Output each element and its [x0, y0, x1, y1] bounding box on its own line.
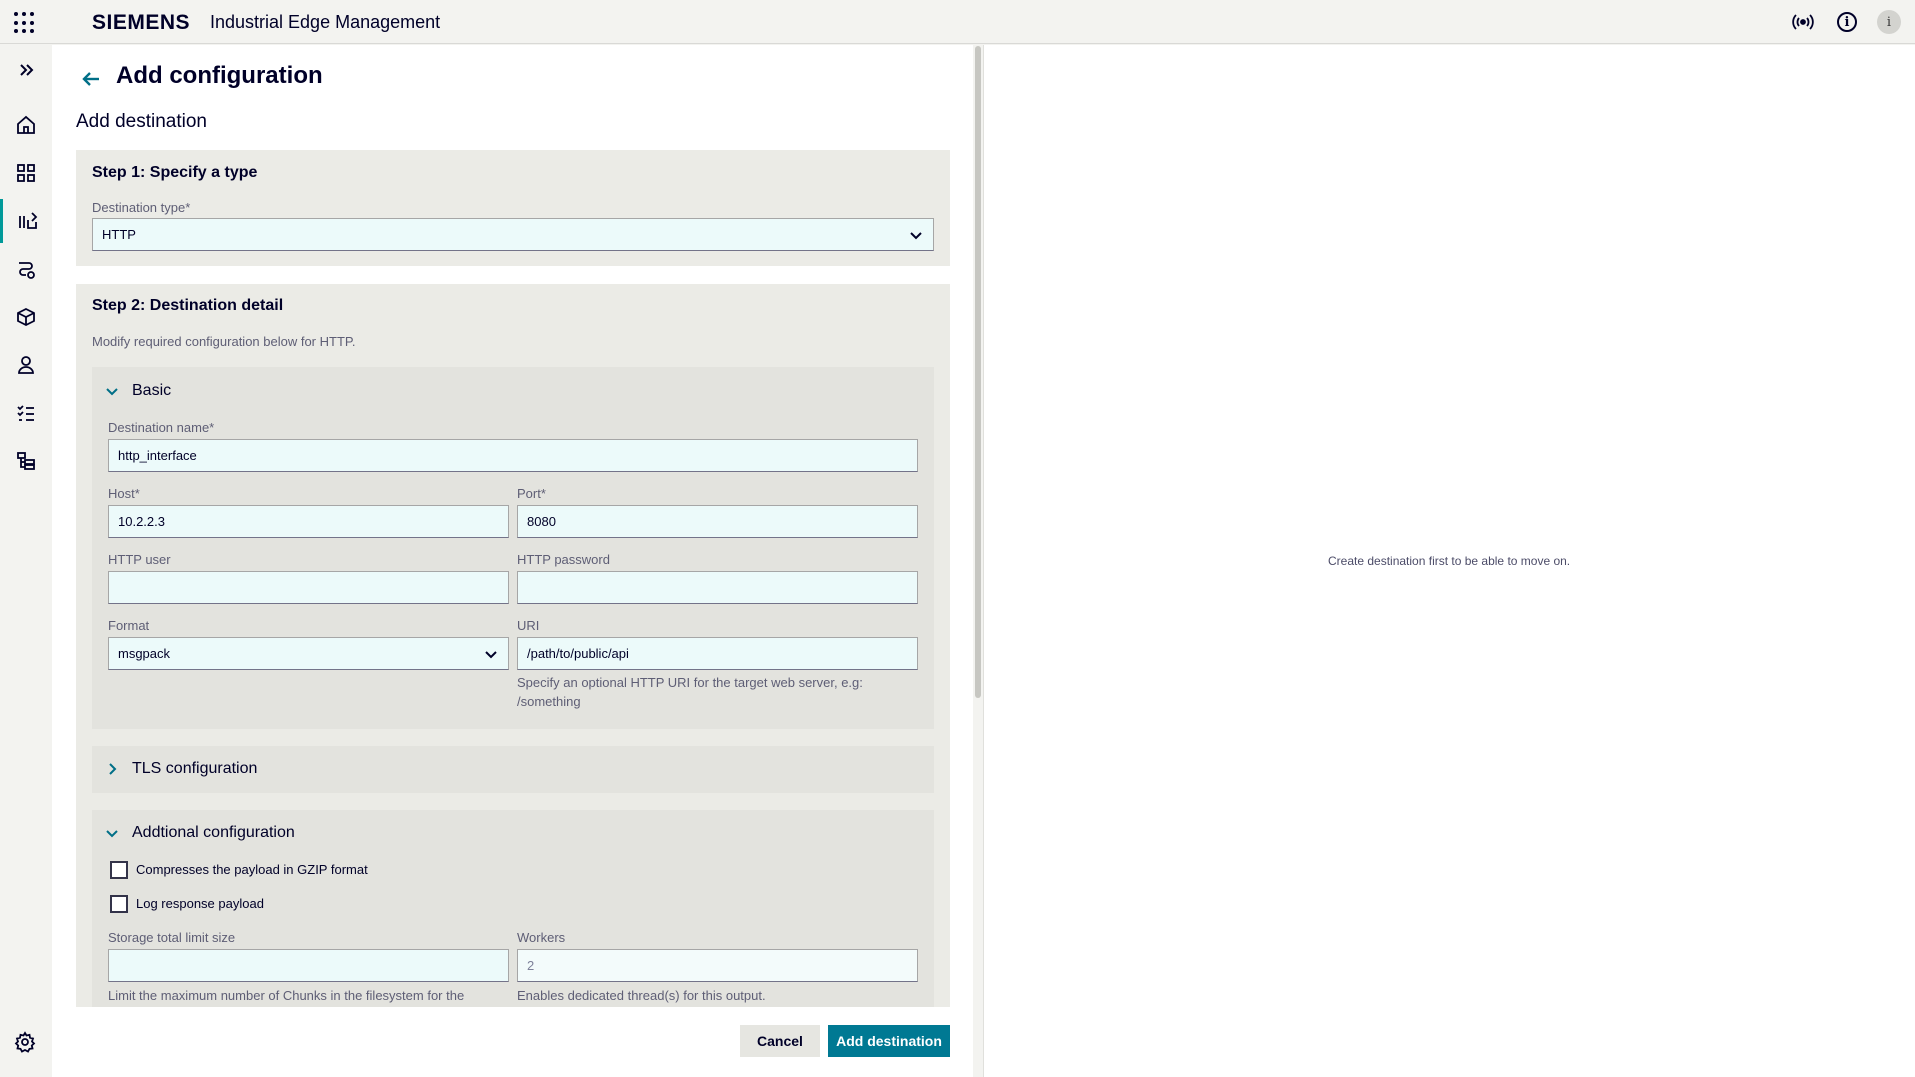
side-navigation — [0, 45, 52, 1077]
storage-limit-input[interactable] — [108, 949, 509, 982]
chevron-down-icon — [910, 232, 922, 240]
workers-hint: Enables dedicated thread(s) for this out… — [517, 988, 766, 1003]
user-icon[interactable] — [0, 343, 52, 387]
log-response-checkbox[interactable] — [110, 895, 128, 913]
host-label: Host* — [108, 486, 140, 501]
back-arrow-icon[interactable] — [80, 68, 102, 90]
destination-type-value: HTTP — [102, 227, 136, 242]
app-launcher-icon[interactable] — [14, 12, 36, 34]
http-password-label: HTTP password — [517, 552, 610, 567]
destination-name-label: Destination name* — [108, 420, 215, 435]
workers-value: 2 — [527, 958, 535, 973]
home-icon[interactable] — [0, 103, 52, 147]
storage-limit-hint: Limit the maximum number of Chunks in th… — [108, 988, 465, 1003]
page-title: Add configuration — [116, 62, 323, 89]
gzip-checkbox-label[interactable]: Compresses the payload in GZIP format — [136, 862, 368, 877]
host-value: 10.2.2.3 — [118, 514, 165, 529]
http-user-label: HTTP user — [108, 552, 171, 567]
additional-group-title[interactable]: Addtional configuration — [132, 824, 295, 842]
chevron-down-icon — [485, 651, 497, 659]
step2-title: Step 2: Destination detail — [92, 297, 284, 314]
port-label: Port* — [517, 486, 546, 501]
connectivity-icon[interactable] — [1792, 11, 1814, 33]
http-password-input[interactable] — [517, 571, 918, 604]
uri-input[interactable]: /path/to/public/api — [517, 637, 918, 670]
add-destination-button[interactable]: Add destination — [828, 1025, 950, 1057]
flow-settings-icon[interactable] — [0, 247, 52, 291]
log-response-checkbox-label[interactable]: Log response payload — [136, 896, 264, 911]
page-subtitle: Add destination — [76, 111, 207, 132]
preview-empty-message: Create destination first to be able to m… — [1328, 554, 1571, 568]
collapse-additional-icon[interactable] — [105, 826, 119, 840]
destination-name-input[interactable]: http_interface — [108, 439, 918, 472]
dashboard-grid-icon[interactable] — [0, 151, 52, 195]
port-input[interactable]: 8080 — [517, 505, 918, 538]
format-select[interactable]: msgpack — [108, 637, 509, 670]
workers-input[interactable]: 2 — [517, 949, 918, 982]
uri-label: URI — [517, 618, 540, 633]
expand-tls-icon[interactable] — [105, 762, 119, 776]
data-connections-icon[interactable] — [0, 199, 52, 243]
product-name: Industrial Edge Management — [210, 12, 441, 32]
gzip-checkbox[interactable] — [110, 861, 128, 879]
destination-name-value: http_interface — [118, 448, 197, 463]
storage-limit-label: Storage total limit size — [108, 930, 236, 945]
format-value: msgpack — [118, 646, 171, 661]
destination-type-label: Destination type* — [92, 200, 191, 215]
brand-logo: SIEMENS — [92, 11, 191, 34]
uri-hint: Specify an optional HTTP URI for the tar… — [517, 675, 863, 709]
package-icon[interactable] — [0, 295, 52, 339]
expand-nav-icon[interactable] — [0, 48, 52, 92]
checklist-icon[interactable] — [0, 391, 52, 435]
http-user-input[interactable] — [108, 571, 509, 604]
scrollbar-thumb[interactable] — [975, 46, 981, 698]
tls-group-title[interactable]: TLS configuration — [132, 760, 257, 778]
uri-value: /path/to/public/api — [527, 646, 629, 661]
format-label: Format — [108, 618, 150, 633]
basic-group-title[interactable]: Basic — [132, 382, 171, 400]
collapse-basic-icon[interactable] — [105, 384, 119, 398]
step2-description: Modify required configuration below for … — [92, 334, 356, 349]
user-avatar[interactable]: i — [1877, 10, 1901, 34]
settings-gear-icon[interactable] — [14, 1031, 36, 1053]
device-tree-icon[interactable] — [0, 439, 52, 483]
info-icon[interactable]: i — [1836, 11, 1858, 33]
cancel-button[interactable]: Cancel — [740, 1025, 820, 1057]
host-input[interactable]: 10.2.2.3 — [108, 505, 509, 538]
destination-type-select[interactable]: HTTP — [92, 218, 934, 251]
app-header: SIEMENS Industrial Edge Management i i — [0, 0, 1915, 44]
workers-label: Workers — [517, 930, 566, 945]
port-value: 8080 — [527, 514, 556, 529]
step1-title: Step 1: Specify a type — [92, 164, 258, 181]
